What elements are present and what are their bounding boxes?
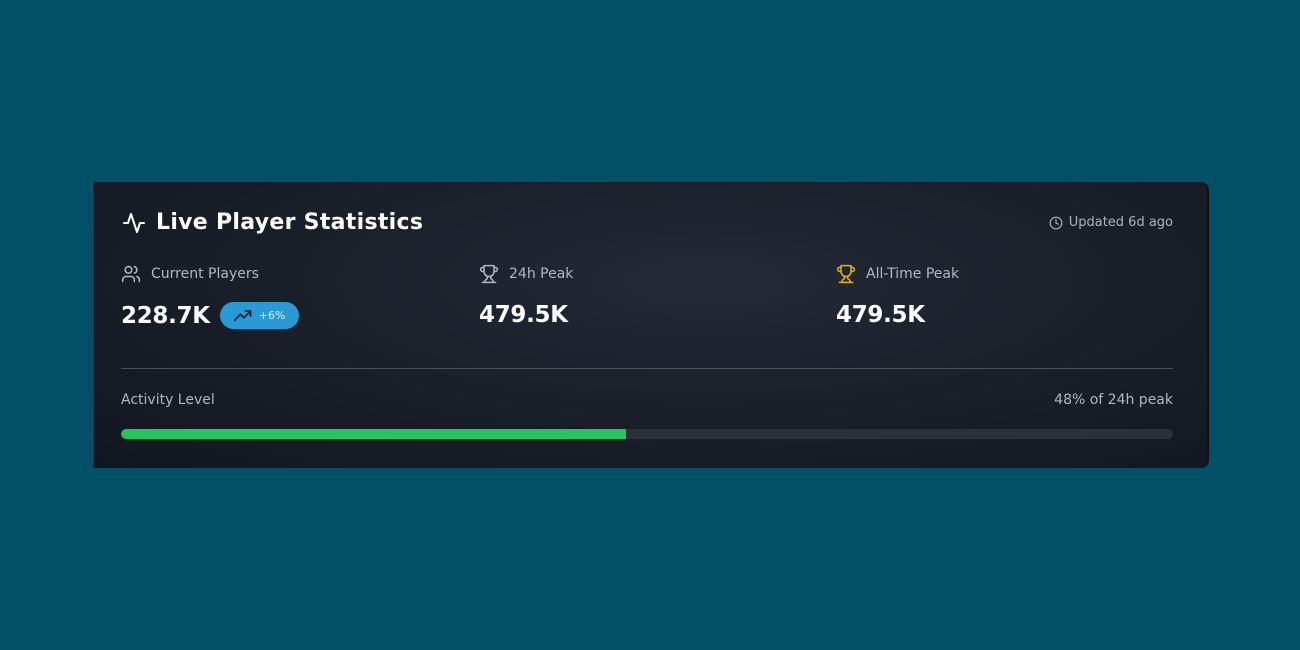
- activity-percent-text: 48% of 24h peak: [1054, 392, 1173, 408]
- trending-up-icon: [233, 309, 253, 323]
- trend-badge: +6%: [219, 302, 300, 329]
- stat-current-players: Current Players 228.7K +6%: [121, 264, 300, 329]
- stat-label: All-Time Peak: [866, 266, 960, 282]
- trophy-gold-icon: [836, 264, 856, 284]
- 24h-peak-value: 479.5K: [479, 302, 568, 328]
- clock-icon: [1049, 216, 1063, 230]
- stat-all-time-peak: All-Time Peak 479.5K: [836, 264, 959, 328]
- stat-24h-peak: 24h Peak 479.5K: [479, 264, 573, 328]
- stat-label: Current Players: [151, 266, 259, 282]
- trophy-icon: [479, 264, 499, 284]
- activity-level-label: Activity Level: [121, 392, 215, 408]
- card-title: Live Player Statistics: [156, 210, 424, 235]
- activity-icon: [122, 211, 146, 235]
- current-players-value: 228.7K: [121, 302, 210, 329]
- divider: [121, 368, 1173, 369]
- updated-timestamp: Updated 6d ago: [1049, 215, 1173, 230]
- activity-progress-fill: [121, 429, 626, 439]
- updated-text: Updated 6d ago: [1068, 215, 1173, 230]
- activity-progress-bar: [121, 429, 1173, 439]
- all-time-peak-value: 479.5K: [836, 302, 925, 328]
- card-header: Live Player Statistics: [122, 210, 423, 235]
- trend-badge-text: +6%: [258, 309, 286, 322]
- users-icon: [121, 264, 141, 284]
- stat-label: 24h Peak: [509, 266, 574, 282]
- player-stats-card: Live Player Statistics Updated 6d ago Cu…: [93, 182, 1207, 468]
